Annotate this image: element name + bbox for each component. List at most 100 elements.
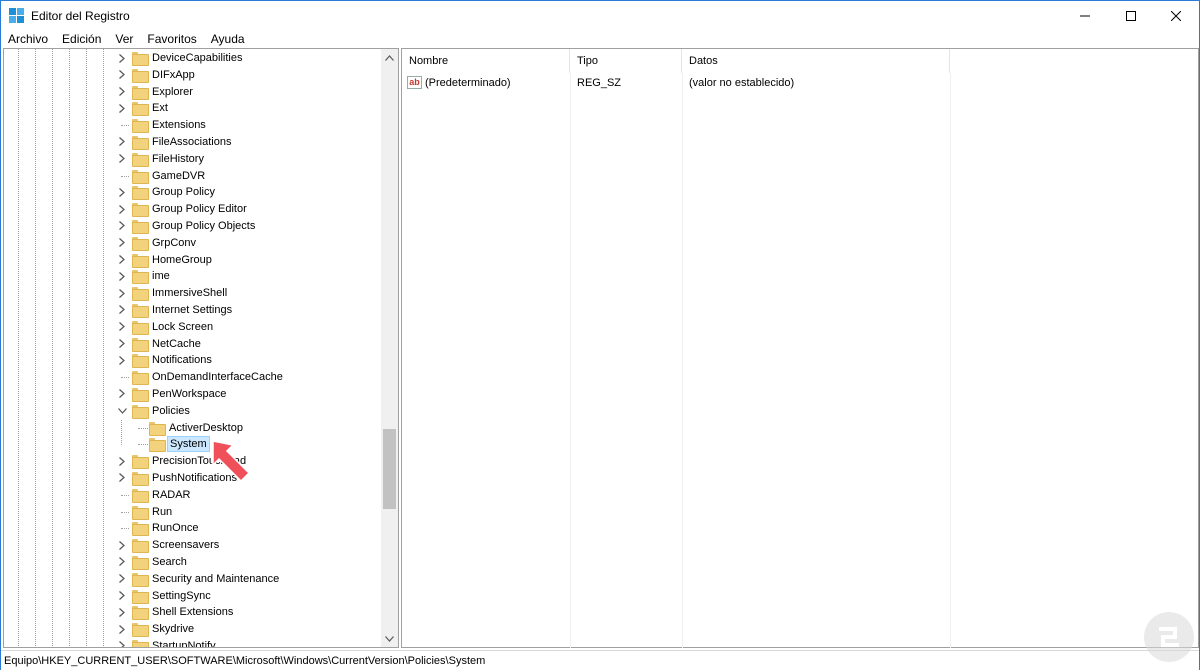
tree-item[interactable]: Explorer <box>4 84 382 101</box>
tree-item[interactable]: PushNotifications <box>4 470 382 487</box>
chevron-right-icon[interactable] <box>116 201 128 217</box>
tree-item[interactable]: Policies <box>4 403 382 420</box>
chevron-right-icon[interactable] <box>116 571 128 587</box>
chevron-right-icon[interactable] <box>116 470 128 486</box>
tree-item[interactable]: SettingSync <box>4 588 382 605</box>
chevron-right-icon[interactable] <box>116 621 128 637</box>
tree-item-label: RADAR <box>152 488 191 501</box>
values-list-pane[interactable]: Nombre Tipo Datos ab (Predeterminado) RE… <box>401 48 1199 648</box>
chevron-right-icon[interactable] <box>116 50 128 66</box>
chevron-down-icon[interactable] <box>116 403 128 419</box>
tree-item-label: Ext <box>152 102 168 115</box>
chevron-right-icon[interactable] <box>116 588 128 604</box>
tree-item[interactable]: Ext <box>4 100 382 117</box>
menu-edicion[interactable]: Edición <box>55 30 108 48</box>
scroll-thumb[interactable] <box>383 429 396 509</box>
maximize-button[interactable] <box>1108 1 1154 30</box>
tree-item[interactable]: PrecisionTouchPad <box>4 453 382 470</box>
chevron-right-icon[interactable] <box>116 554 128 570</box>
tree-item[interactable]: DIFxApp <box>4 67 382 84</box>
red-arrow-icon <box>212 440 251 483</box>
close-button[interactable] <box>1153 1 1199 30</box>
chevron-right-icon[interactable] <box>116 336 128 352</box>
menu-favoritos[interactable]: Favoritos <box>140 30 203 48</box>
column-header-name[interactable]: Nombre <box>402 49 570 73</box>
tree-item[interactable]: Group Policy Objects <box>4 218 382 235</box>
chevron-right-icon[interactable] <box>116 184 128 200</box>
chevron-right-icon[interactable] <box>116 134 128 150</box>
tree-item[interactable]: ime <box>4 268 382 285</box>
folder-icon <box>132 102 149 117</box>
value-type: REG_SZ <box>577 77 622 89</box>
folder-icon <box>132 135 149 150</box>
menu-ayuda[interactable]: Ayuda <box>204 30 252 48</box>
tree-item-label: Group Policy Objects <box>152 219 256 232</box>
minimize-button[interactable] <box>1062 1 1108 30</box>
chevron-right-icon[interactable] <box>116 84 128 100</box>
tree-item[interactable]: Group Policy Editor <box>4 201 382 218</box>
tree-item[interactable]: Group Policy <box>4 184 382 201</box>
chevron-right-icon[interactable] <box>116 537 128 553</box>
chevron-right-icon[interactable] <box>116 386 128 402</box>
tree-item[interactable]: OnDemandInterfaceCache <box>4 369 382 386</box>
chevron-right-icon[interactable] <box>116 453 128 469</box>
folder-icon <box>132 119 149 134</box>
tree-item[interactable]: StartupNotify <box>4 638 382 648</box>
chevron-right-icon[interactable] <box>116 285 128 301</box>
tree-item[interactable]: RADAR <box>4 487 382 504</box>
tree-vertical-scrollbar[interactable] <box>381 49 398 647</box>
tree-item-label: Explorer <box>152 85 193 98</box>
tree-item[interactable]: FileAssociations <box>4 134 382 151</box>
tree-item[interactable]: RunOnce <box>4 520 382 537</box>
tree-item[interactable]: Security and Maintenance <box>4 571 382 588</box>
title-bar[interactable]: Editor del Registro <box>1 1 1199 30</box>
tree-item[interactable]: GameDVR <box>4 168 382 185</box>
chevron-right-icon[interactable] <box>116 67 128 83</box>
tree-item[interactable]: NetCache <box>4 336 382 353</box>
tree-item[interactable]: Skydrive <box>4 621 382 638</box>
chevron-right-icon[interactable] <box>116 235 128 251</box>
tree-connector <box>138 444 148 446</box>
key-tree-pane[interactable]: DeviceCapabilities DIFxApp Explorer Ext Exte… <box>3 48 399 648</box>
tree-item-label: StartupNotify <box>152 639 216 648</box>
tree-item[interactable]: ActiverDesktop <box>4 420 382 437</box>
chevron-right-icon[interactable] <box>116 302 128 318</box>
menu-ver[interactable]: Ver <box>108 30 140 48</box>
chevron-right-icon[interactable] <box>116 218 128 234</box>
column-header-type[interactable]: Tipo <box>570 49 682 73</box>
tree-guide-line <box>121 419 122 446</box>
column-header-data[interactable]: Datos <box>682 49 950 73</box>
scroll-down-button[interactable] <box>381 630 398 647</box>
chevron-right-icon[interactable] <box>116 352 128 368</box>
chevron-right-icon[interactable] <box>116 638 128 647</box>
chevron-right-icon[interactable] <box>116 100 128 116</box>
tree-item[interactable]: Run <box>4 504 382 521</box>
tree-item[interactable]: ImmersiveShell <box>4 285 382 302</box>
scroll-up-button[interactable] <box>381 49 398 66</box>
chevron-right-icon[interactable] <box>116 604 128 620</box>
tree-item[interactable]: Internet Settings <box>4 302 382 319</box>
tree-item[interactable]: Shell Extensions <box>4 604 382 621</box>
tree-item[interactable]: GrpConv <box>4 235 382 252</box>
tree-item[interactable]: Notifications <box>4 352 382 369</box>
value-row[interactable]: ab (Predeterminado) REG_SZ (valor no est… <box>402 74 950 92</box>
menu-archivo[interactable]: Archivo <box>1 30 55 48</box>
tree-item-label: System <box>167 436 210 453</box>
tree-item-label: GrpConv <box>152 236 197 249</box>
tree-connector <box>121 175 129 177</box>
tree-item[interactable]: System <box>4 436 382 453</box>
chevron-right-icon[interactable] <box>116 268 128 284</box>
chevron-down-icon <box>385 635 394 642</box>
tree-item[interactable]: HomeGroup <box>4 252 382 269</box>
tree-item[interactable]: Screensavers <box>4 537 382 554</box>
tree-connector <box>121 511 129 513</box>
chevron-right-icon[interactable] <box>116 252 128 268</box>
tree-item[interactable]: Extensions <box>4 117 382 134</box>
tree-item[interactable]: DeviceCapabilities <box>4 50 382 67</box>
tree-item[interactable]: Search <box>4 554 382 571</box>
chevron-right-icon[interactable] <box>116 151 128 167</box>
tree-item[interactable]: PenWorkspace <box>4 386 382 403</box>
tree-item[interactable]: FileHistory <box>4 151 382 168</box>
tree-item[interactable]: Lock Screen <box>4 319 382 336</box>
chevron-right-icon[interactable] <box>116 319 128 335</box>
